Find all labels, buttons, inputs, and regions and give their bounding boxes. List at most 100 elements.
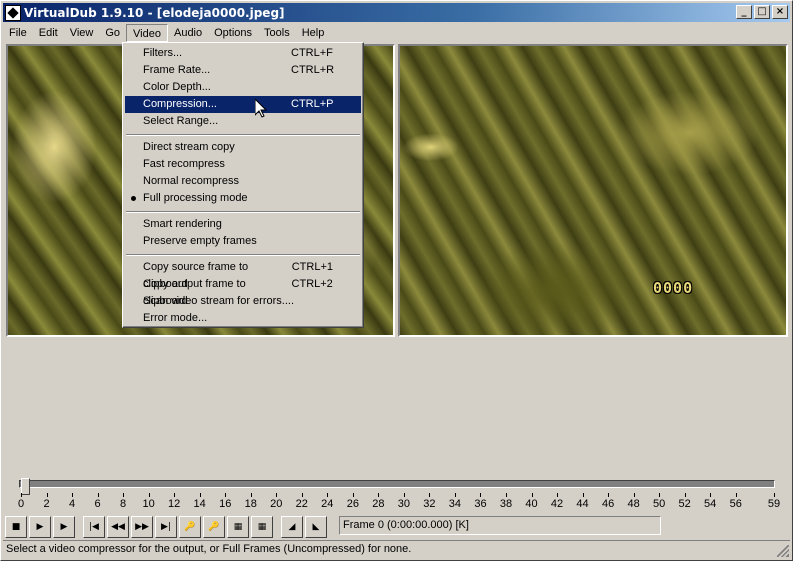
timeline-tick [659,493,661,497]
timeline-tick [582,493,584,497]
menu-video[interactable]: Video [126,23,168,42]
prev-scene-icon: ▦ [233,522,243,532]
menu-help[interactable]: Help [296,24,331,42]
timeline-track[interactable] [19,478,775,495]
stop-button[interactable]: ■ [5,516,27,538]
prev-scene-button[interactable]: ▦ [227,516,249,538]
mark-in-button[interactable]: ◢ [281,516,303,538]
maximize-button[interactable]: □ [754,5,770,19]
timeline-tick-label: 32 [423,498,436,510]
video-menu-dropdown: Filters... CTRL+F Frame Rate... CTRL+R Col… [122,42,364,328]
app-icon[interactable] [5,4,21,21]
maximize-icon: □ [757,6,767,17]
menu-item-full-processing-mode[interactable]: Full processing mode [125,190,361,207]
play-input-button[interactable]: ▶ [29,516,51,538]
timeline-tick-label: 48 [627,498,640,510]
step-forward-button[interactable]: ▶▶ [131,516,153,538]
menu-audio[interactable]: Audio [168,24,208,42]
menu-separator [125,130,361,139]
menu-item-scan-video-stream[interactable]: Scan video stream for errors.... [125,293,361,310]
timeline-tick-label: 20 [270,498,283,510]
menu-item-shortcut: CTRL+R [291,64,335,76]
menu-item-copy-output-frame[interactable]: Copy output frame to clipboard CTRL+2 [125,276,361,307]
menu-item-filters[interactable]: Filters... CTRL+F [125,45,361,62]
timeline-tick [378,493,380,497]
go-end-button[interactable]: ▶| [155,516,177,538]
go-start-icon: |◀ [89,522,99,532]
menu-view[interactable]: View [64,24,100,42]
menu-options[interactable]: Options [208,24,258,42]
menu-item-select-range[interactable]: Select Range... [125,113,361,130]
menu-item-preserve-empty-frames[interactable]: Preserve empty frames [125,233,361,250]
menu-file[interactable]: File [3,24,33,42]
prev-keyframe-button[interactable]: 🔑 [179,516,201,538]
next-keyframe-icon: 🔑 [208,522,220,532]
radio-bullet-icon [131,196,136,201]
timeline-tick [21,493,22,497]
timeline-tick [633,493,635,497]
menu-tools[interactable]: Tools [258,24,296,42]
menu-item-copy-source-frame[interactable]: Copy source frame to clipboard CTRL+1 [125,259,361,290]
menu-item-shortcut: CTRL+P [291,98,334,110]
window-controls: _ □ × [736,5,788,19]
timeline-tick [710,493,712,497]
timeline-slider[interactable]: 0 2 4 6 8 10 12 14 16 18 20 22 24 26 28 30 32 34 36 38 40 42 4… [15,478,780,511]
title-bar[interactable]: VirtualDub 1.9.10 - [elodeja0000.jpeg] _… [3,3,790,22]
menu-separator [125,250,361,259]
timeline-tick-label: 6 [94,498,101,510]
menu-edit[interactable]: Edit [33,24,64,42]
mark-in-icon: ◢ [288,522,296,532]
next-scene-icon: ▦ [257,522,267,532]
timeline-tick [301,493,303,497]
timeline-tick-label: 28 [372,498,385,510]
step-back-icon: ◀◀ [111,522,125,532]
close-button[interactable]: × [772,5,788,19]
frame-position-display: Frame 0 (0:00:00.000) [K] [339,516,661,535]
timeline-tick [505,493,507,497]
menu-item-label: Copy output frame to clipboard [143,278,246,307]
timeline-tick [403,493,405,497]
play-output-button[interactable]: ▶ [53,516,75,538]
menu-item-color-depth[interactable]: Color Depth... [125,79,361,96]
menu-item-fast-recompress[interactable]: Fast recompress [125,156,361,173]
mark-out-button[interactable]: ◣ [305,516,327,538]
menu-item-error-mode[interactable]: Error mode... [125,310,361,327]
timeline-tick-label: 10 [142,498,155,510]
menu-item-normal-recompress[interactable]: Normal recompress [125,173,361,190]
timeline-tick [97,493,99,497]
menu-item-label: Full processing mode [143,192,248,204]
resize-grip-icon[interactable] [777,545,789,557]
timeline-tick [250,493,252,497]
timeline-tick [684,493,686,497]
menu-item-smart-rendering[interactable]: Smart rendering [125,216,361,233]
output-video-pane[interactable]: 0000 [398,44,788,337]
menu-item-frame-rate[interactable]: Frame Rate... CTRL+R [125,62,361,79]
minimize-button[interactable]: _ [736,5,752,19]
menu-item-label: Smart rendering [143,218,222,230]
timeline-tick [531,493,533,497]
timeline-tick-label: 0 [17,498,25,510]
menu-item-label: Fast recompress [143,158,225,170]
timeline-tick-label: 52 [678,498,691,510]
menu-go[interactable]: Go [99,24,126,42]
step-forward-icon: ▶▶ [135,522,149,532]
close-icon: × [775,6,785,17]
frame-counter-overlay: 0000 [653,279,694,297]
go-start-button[interactable]: |◀ [83,516,105,538]
menu-item-shortcut: CTRL+2 [291,278,333,290]
next-keyframe-button[interactable]: 🔑 [203,516,225,538]
menu-item-label: Normal recompress [143,175,239,187]
timeline-tick-label: 56 [729,498,742,510]
menu-item-direct-stream-copy[interactable]: Direct stream copy [125,139,361,156]
timeline-tick-label: 4 [68,498,76,510]
menu-item-label: Preserve empty frames [143,235,257,247]
go-end-icon: ▶| [161,522,171,532]
menu-item-compression[interactable]: Compression... CTRL+P [125,96,361,113]
step-back-button[interactable]: ◀◀ [107,516,129,538]
menu-item-label: Copy source frame to clipboard [143,261,249,290]
prev-keyframe-icon: 🔑 [184,522,196,532]
timeline-tick [608,493,610,497]
next-scene-button[interactable]: ▦ [251,516,273,538]
timeline-tick [454,493,456,497]
timeline-tick-label: 44 [576,498,589,510]
